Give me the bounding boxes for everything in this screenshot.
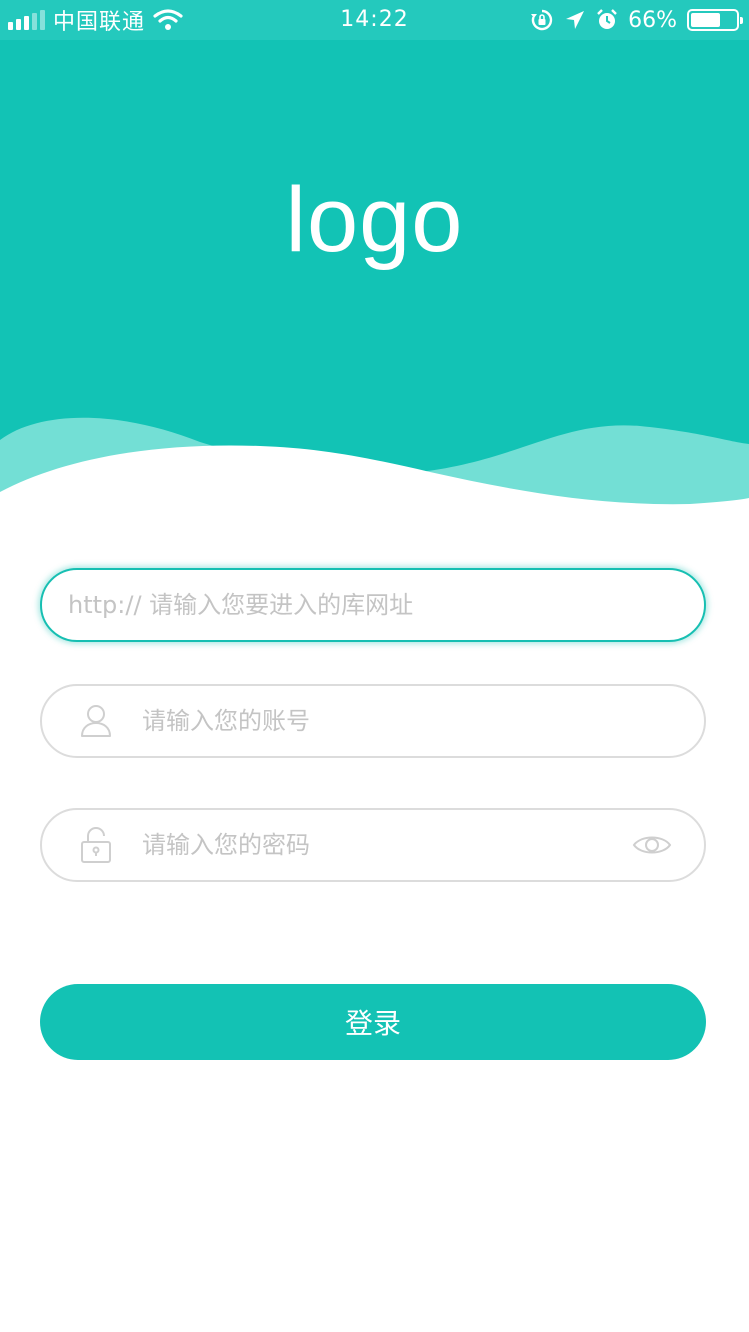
header-banner: logo: [0, 0, 749, 540]
account-field[interactable]: [40, 684, 706, 758]
location-icon: [566, 11, 585, 29]
eye-icon[interactable]: [630, 823, 674, 867]
status-bar: 中国联通 14:22 66%: [0, 0, 749, 40]
wave-decoration: [0, 417, 749, 540]
login-button[interactable]: 登录: [40, 984, 706, 1060]
battery-icon: [687, 9, 743, 31]
lock-icon: [76, 825, 116, 865]
alarm-icon: [597, 9, 617, 29]
password-input[interactable]: [142, 810, 630, 880]
url-field[interactable]: [40, 568, 706, 642]
account-input[interactable]: [142, 686, 704, 756]
battery-level-fill: [691, 13, 721, 27]
password-field[interactable]: [40, 808, 706, 882]
url-input[interactable]: [68, 570, 704, 640]
app-logo: logo: [285, 169, 464, 271]
battery-percent: 66%: [628, 7, 677, 33]
login-screen: logo 中国联通 14:22 66% http:// 请输入您要进入的库网址 …: [0, 0, 749, 1332]
rotation-lock-icon: [531, 9, 553, 31]
status-right: 66%: [530, 0, 743, 40]
user-icon: [76, 701, 116, 741]
